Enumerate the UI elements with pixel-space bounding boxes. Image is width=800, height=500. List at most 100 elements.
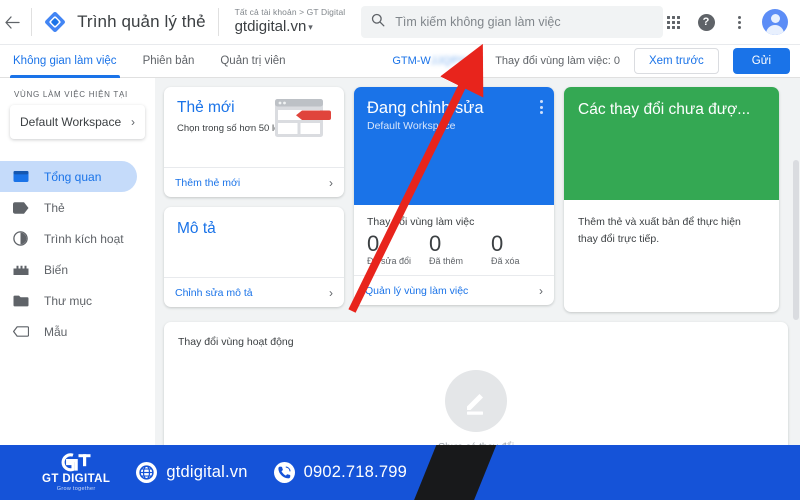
activity-empty-state: Chưa có thay đổi bbox=[164, 370, 788, 453]
folder-icon bbox=[13, 295, 35, 307]
footer-website[interactable]: gtdigital.vn bbox=[136, 462, 247, 483]
tabbar-actions: GTM-WJJQP%J8 Thay đổi vùng làm việc: 0 X… bbox=[392, 48, 800, 74]
sidebar-item-variables[interactable]: Biến bbox=[0, 254, 155, 285]
sidebar-item-label: Tổng quan bbox=[44, 169, 102, 184]
editing-card-kebab-icon[interactable] bbox=[540, 100, 543, 114]
footer-phone[interactable]: 0902.718.799 bbox=[273, 462, 407, 483]
search-box[interactable] bbox=[361, 6, 664, 38]
stats-title: Thay đổi vùng làm việc bbox=[367, 216, 475, 228]
activity-changes-panel: Thay đổi vùng hoạt động Chưa có thay đổi bbox=[164, 322, 788, 462]
editing-footer-link[interactable]: Quản lý vùng làm việc › bbox=[354, 275, 554, 305]
gt-digital-logo-mark-icon bbox=[59, 452, 93, 472]
search-icon bbox=[371, 13, 385, 32]
pencil-edit-icon bbox=[445, 370, 507, 432]
search-input[interactable] bbox=[395, 15, 654, 29]
chevron-right-icon: › bbox=[131, 115, 135, 129]
phone-icon bbox=[273, 462, 295, 483]
sidebar-item-folders[interactable]: Thư mục bbox=[0, 285, 155, 316]
stat-value: 0 bbox=[491, 231, 504, 256]
description-footer-link[interactable]: Chỉnh sửa mô tả › bbox=[164, 277, 344, 307]
back-arrow-icon[interactable] bbox=[0, 0, 25, 45]
tab-versions[interactable]: Phiên bản bbox=[130, 45, 208, 78]
workspace-tabbar: Không gian làm việc Phiên bản Quản trị v… bbox=[0, 45, 800, 78]
stat-added: 0 Đã thêm bbox=[429, 232, 491, 266]
editing-footer-label: Quản lý vùng làm việc bbox=[365, 284, 469, 297]
sidebar-item-label: Trình kích hoạt bbox=[44, 231, 124, 246]
unpublished-card-text: Thêm thẻ và xuất bản để thực hiện thay đ… bbox=[578, 216, 741, 245]
stat-label: Đã thêm bbox=[429, 256, 464, 267]
topbar-actions: ? bbox=[663, 9, 800, 35]
gtm-id-blurred: JJQP%J8 bbox=[430, 55, 482, 67]
footer-content: GT DIGITAL Grow together gtdigital.vn 09… bbox=[0, 445, 407, 500]
sidebar-nav: Tổng quan Thẻ Trình kích hoạt Biến Thư m… bbox=[0, 161, 155, 347]
tab-admin[interactable]: Quản trị viên bbox=[207, 45, 298, 78]
gtm-container-id[interactable]: GTM-WJJQP%J8 bbox=[392, 55, 481, 67]
description-card[interactable]: Mô tả Chỉnh sửa mô tả › bbox=[164, 207, 344, 307]
branding-footer-banner: GT DIGITAL Grow together gtdigital.vn 09… bbox=[0, 445, 800, 500]
chevron-right-icon: › bbox=[329, 175, 333, 190]
container-name[interactable]: gtdigital.vn ▾ bbox=[235, 19, 346, 36]
current-workspace-card[interactable]: Default Workspace › bbox=[10, 105, 145, 139]
new-tag-footer-label: Thêm thẻ mới bbox=[175, 176, 241, 189]
sidebar-item-overview[interactable]: Tổng quan bbox=[0, 161, 137, 192]
stat-label: Đã sửa đổi bbox=[367, 256, 412, 267]
divider bbox=[31, 8, 33, 36]
account-selector[interactable]: Tất cả tài khoản > GT Digital gtdigital.… bbox=[234, 7, 346, 36]
stat-value: 0 bbox=[429, 231, 442, 256]
account-breadcrumb: Tất cả tài khoản > GT Digital bbox=[234, 7, 346, 18]
footer-website-text: gtdigital.vn bbox=[166, 463, 248, 481]
main-content: Thẻ mới Chọn trong số hơn 50 loại thẻ Th… bbox=[155, 78, 800, 500]
gt-digital-tagline: Grow together bbox=[56, 486, 96, 492]
editing-card-subtitle: Default Workspace bbox=[367, 120, 456, 132]
current-workspace-name: Default Workspace bbox=[20, 115, 122, 129]
sidebar-section-label: VÙNG LÀM VIỆC HIỆN TẠI bbox=[14, 90, 128, 99]
new-tag-footer-link[interactable]: Thêm thẻ mới › bbox=[164, 167, 344, 197]
sidebar-item-triggers[interactable]: Trình kích hoạt bbox=[0, 223, 155, 254]
unpublished-changes-card[interactable]: Các thay đổi chưa đượ... Thêm thẻ và xuấ… bbox=[564, 87, 779, 312]
sidebar-item-label: Mẫu bbox=[44, 324, 68, 339]
tab-workspace[interactable]: Không gian làm việc bbox=[0, 45, 130, 78]
activity-panel-title: Thay đổi vùng hoạt động bbox=[178, 336, 294, 348]
gtm-logo-icon[interactable] bbox=[42, 9, 68, 35]
chevron-right-icon: › bbox=[539, 283, 543, 298]
footer-phone-text: 0902.718.799 bbox=[303, 463, 407, 481]
kebab-menu-icon[interactable] bbox=[729, 12, 749, 32]
container-name-text: gtdigital.vn bbox=[234, 18, 307, 36]
workspace-changes-count: Thay đổi vùng làm việc: 0 bbox=[495, 55, 620, 67]
sidebar-item-label: Thẻ bbox=[44, 200, 65, 215]
chevron-down-icon: ▾ bbox=[308, 21, 313, 32]
sidebar-item-templates[interactable]: Mẫu bbox=[0, 316, 155, 347]
help-icon[interactable]: ? bbox=[696, 12, 716, 32]
new-tag-card[interactable]: Thẻ mới Chọn trong số hơn 50 loại thẻ Th… bbox=[164, 87, 344, 197]
editing-workspace-card[interactable]: Đang chỉnh sửa Default Workspace Thay đổ… bbox=[354, 87, 554, 306]
sidebar-item-tags[interactable]: Thẻ bbox=[0, 192, 155, 223]
sidebar-item-label: Thư mục bbox=[44, 293, 93, 308]
top-app-bar: Trình quản lý thẻ Tất cả tài khoản > GT … bbox=[0, 0, 800, 45]
gt-digital-logo: GT DIGITAL Grow together bbox=[42, 452, 110, 493]
left-card-column: Thẻ mới Chọn trong số hơn 50 loại thẻ Th… bbox=[164, 87, 344, 307]
cards-row: Thẻ mới Chọn trong số hơn 50 loại thẻ Th… bbox=[155, 78, 800, 312]
stat-deleted: 0 Đã xóa bbox=[491, 232, 553, 266]
unpublished-card-body: Thêm thẻ và xuất bản để thực hiện thay đ… bbox=[564, 200, 779, 312]
variable-icon bbox=[13, 264, 35, 276]
unpublished-card-header: Các thay đổi chưa đượ... bbox=[564, 87, 779, 200]
apps-grid-icon[interactable] bbox=[663, 12, 683, 32]
trigger-icon bbox=[13, 231, 35, 246]
vertical-scrollbar-track[interactable] bbox=[792, 78, 800, 500]
description-body: Mô tả bbox=[164, 207, 344, 277]
template-icon bbox=[13, 326, 35, 337]
help-glyph: ? bbox=[697, 13, 715, 31]
editing-card-header: Đang chỉnh sửa Default Workspace bbox=[354, 87, 554, 205]
globe-icon bbox=[136, 462, 158, 483]
gtm-id-prefix: GTM-W bbox=[392, 55, 431, 67]
app-title: Trình quản lý thẻ bbox=[77, 12, 206, 31]
stat-value: 0 bbox=[367, 231, 380, 256]
vertical-scrollbar-thumb[interactable] bbox=[793, 160, 799, 320]
stat-modified: 0 Đã sửa đổi bbox=[367, 232, 429, 266]
submit-button[interactable]: Gửi bbox=[732, 48, 790, 74]
avatar[interactable] bbox=[762, 9, 789, 35]
preview-button[interactable]: Xem trước bbox=[633, 48, 719, 74]
stats-row: 0 Đã sửa đổi 0 Đã thêm 0 Đã xóa bbox=[367, 232, 554, 266]
divider bbox=[217, 8, 219, 36]
editing-card-stats: Thay đổi vùng làm việc 0 Đã sửa đổi 0 Đã… bbox=[354, 205, 554, 275]
